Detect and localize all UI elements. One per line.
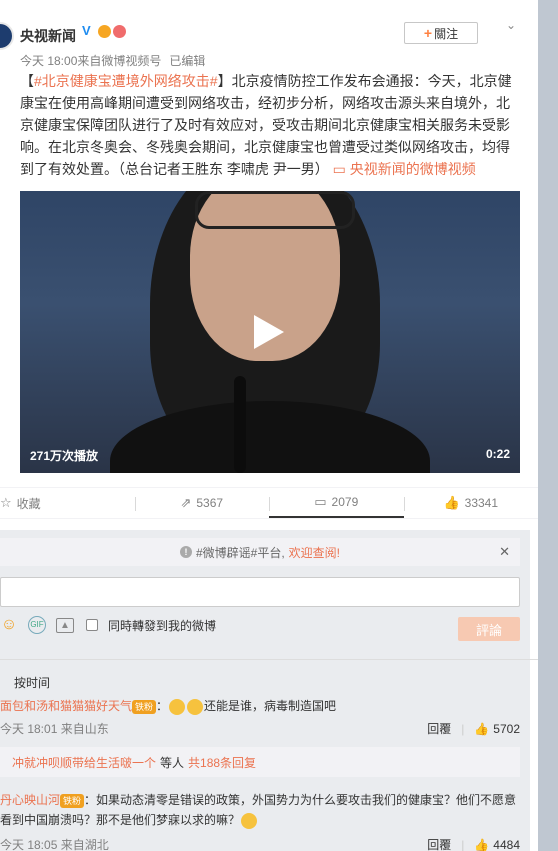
thumbs-up-icon: 👍 (474, 837, 490, 851)
member-badge-icon (98, 24, 111, 38)
repost-checkbox[interactable] (86, 619, 98, 631)
text-prefix: 【 (20, 73, 34, 89)
comment-tools: ☺ GIF ▲ 同時轉發到我的微博 (0, 616, 216, 634)
repost-checkbox-label: 同時轉發到我的微博 (108, 618, 217, 633)
repost-button[interactable]: ⇗ 5367 (134, 488, 270, 518)
comment-button[interactable]: ▭ 2079 (269, 488, 404, 518)
gif-icon[interactable]: GIF (28, 616, 46, 634)
reply-count[interactable]: 共188条回复 (188, 754, 256, 771)
notice-text: #微博辟谣#平台, (195, 545, 285, 560)
author-badges: V (82, 24, 126, 38)
thumbs-up-icon: 👍 (474, 721, 490, 736)
commenter-name[interactable]: 面包和汤和猫猫猫好天气 (0, 699, 132, 713)
star-icon: ☆ (0, 495, 12, 510)
video-link-label: 央视新闻的微博视频 (349, 161, 476, 177)
comment-like-button[interactable]: 👍 4484 (474, 838, 520, 851)
fan-badge: 铁粉 (60, 793, 85, 808)
comment-time: 今天 18:05 来自湖北 (0, 838, 109, 851)
video-link[interactable]: ▭ 央视新闻的微博视频 (333, 161, 476, 177)
fan-badge: 铁粉 (132, 699, 157, 714)
chevron-down-icon[interactable]: ⌄ (506, 18, 520, 32)
reply-middle-text: 等人 (160, 755, 185, 770)
weibo-post-card: 央视新闻 V + 關注 ⌄ 今天 18:00来自微博视频号 已编辑 【#北京健康宝… (0, 0, 538, 851)
comment-meta: 今天 18:05 来自湖北 回覆 | 👍 4484 (0, 836, 520, 851)
rumor-notice: ! #微博辟谣#平台, 欢迎查阅! ✕ (0, 538, 520, 566)
activity-badge-icon (113, 24, 126, 38)
follow-label: 關注 (434, 26, 459, 41)
emoji-icon (169, 698, 186, 715)
like-count: 33341 (464, 496, 499, 510)
comment-like-button[interactable]: 👍 5702 (474, 722, 520, 736)
comment-actions: 回覆 | 👍 4484 (427, 836, 520, 851)
video-microphone (234, 376, 246, 473)
comment-actions: 回覆 | 👍 5702 (427, 720, 520, 737)
hashtag-link[interactable]: #北京健康宝遭境外网络攻击# (34, 73, 218, 89)
like-button[interactable]: 👍 33341 (403, 488, 539, 518)
follow-button[interactable]: + 關注 (404, 22, 478, 44)
commenter-name[interactable]: 丹心映山河 (0, 793, 60, 807)
thumbs-up-icon: 👍 (443, 495, 460, 510)
video-subject-glasses (195, 191, 355, 229)
emoji-icon (187, 698, 204, 715)
post-text: 【#北京健康宝遭境外网络攻击#】北京疫情防控工作发布会通报：今天，北京健康宝在使… (20, 70, 520, 180)
comment-item: 面包和汤和猫猫猫好天气 铁粉：还能是谁，病毒制造国吧 (0, 698, 337, 715)
emoji-icon[interactable]: ☺ (0, 616, 18, 634)
submit-comment-button[interactable]: 評論 (458, 617, 520, 641)
reply-button[interactable]: 回覆 (427, 836, 451, 851)
comments-divider (0, 659, 538, 660)
video-view-count: 271万次播放 (30, 449, 99, 463)
reply-summary[interactable]: 冲就冲呗顺带给生活啵一个 等人 共188条回复 (0, 747, 520, 777)
close-icon[interactable]: ✕ (499, 544, 510, 560)
comment-count: 2079 (331, 495, 359, 509)
reply-author[interactable]: 冲就冲呗顺带给生活啵一个 (12, 754, 156, 771)
post-actions: ☆ 收藏 ⇗ 5367 ▭ 2079 👍 33341 (0, 487, 538, 519)
author-avatar[interactable] (0, 22, 14, 50)
separator: | (461, 837, 465, 851)
repost-icon: ⇗ (180, 495, 192, 510)
comment-meta: 今天 18:01 来自山东 回覆 | 👍 5702 (0, 720, 520, 737)
reply-button[interactable]: 回覆 (427, 720, 451, 737)
comment-item: 丹心映山河 铁粉 ：如果动态清零是错误的政策，外国势力为什么要攻击我们的健康宝？他们… (0, 793, 517, 829)
post-source: 来自微博视频号 (77, 54, 162, 68)
author-name[interactable]: 央视新闻 (20, 26, 76, 46)
play-icon[interactable] (254, 315, 284, 349)
info-icon: ! (179, 546, 192, 558)
comment-time: 今天 18:01 来自山东 (0, 722, 109, 736)
verified-icon: V (82, 23, 91, 38)
favorite-label: 收藏 (16, 496, 41, 511)
video-duration: 0:22 (485, 447, 510, 461)
image-icon[interactable]: ▲ (56, 617, 74, 633)
post-edited[interactable]: 已编辑 (169, 54, 205, 68)
post-meta: 今天 18:00来自微博视频号 已编辑 (20, 52, 213, 69)
post-time[interactable]: 今天 18:00 (20, 54, 77, 68)
separator: | (461, 721, 465, 736)
comment-like-count: 5702 (493, 721, 520, 736)
repost-count: 5367 (196, 496, 224, 510)
comment-icon: ▭ (314, 494, 327, 509)
plus-icon: + (423, 25, 433, 41)
emoji-icon (241, 812, 258, 829)
comments-section: ! #微博辟谣#平台, 欢迎查阅! ✕ ☺ GIF ▲ 同時轉發到我的微博 評論… (0, 530, 538, 851)
favorite-button[interactable]: ☆ 收藏 (0, 488, 135, 518)
comment-like-count: 4484 (493, 837, 520, 851)
comment-text: 还能是谁，病毒制造国吧 (204, 699, 337, 713)
comment-input[interactable] (0, 577, 520, 607)
video-player[interactable]: 271万次播放 0:22 (20, 191, 520, 473)
sort-by-time[interactable]: 按时间 (14, 674, 50, 691)
notice-link[interactable]: 欢迎查阅! (289, 544, 340, 561)
